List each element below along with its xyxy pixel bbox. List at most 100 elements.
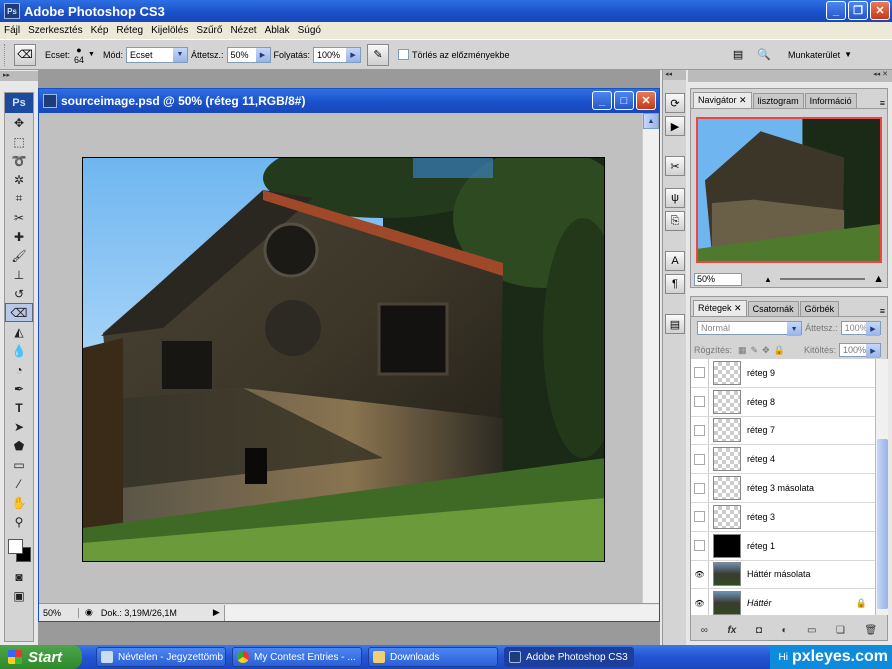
magic-wand-tool-icon[interactable]: ✲	[5, 170, 33, 189]
layer-style-icon[interactable]: fx	[727, 625, 736, 636]
tab-navigator[interactable]: Navigátor ✕	[693, 92, 752, 108]
document-vertical-scrollbar[interactable]: ▲	[642, 113, 659, 603]
marquee-tool-icon[interactable]: ⬚	[5, 132, 33, 151]
layer-opacity-input[interactable]: 100% ▶	[840, 321, 881, 336]
path-selection-tool-icon[interactable]: ➤	[5, 417, 33, 436]
right-panels-grip[interactable]: ◂◂ ✕	[688, 70, 892, 82]
healing-brush-tool-icon[interactable]: ✚	[5, 227, 33, 246]
layers-scroll-thumb[interactable]	[877, 439, 888, 609]
character-panel-icon[interactable]: A	[665, 251, 685, 271]
tools-grip[interactable]: ▸▸	[0, 71, 38, 81]
eraser-preset-icon[interactable]: ⌫	[14, 43, 36, 66]
layer-row[interactable]: réteg 3	[691, 502, 875, 532]
canvas-image[interactable]	[82, 157, 605, 562]
menu-edit[interactable]: Szerkesztés	[28, 25, 82, 36]
menu-view[interactable]: Nézet	[230, 25, 256, 36]
brush-picker[interactable]: ● 64	[74, 45, 84, 65]
type-tool-icon[interactable]: T	[5, 398, 33, 417]
move-tool-icon[interactable]: ✥	[5, 113, 33, 132]
menu-select[interactable]: Kijelölés	[151, 25, 188, 36]
lasso-tool-icon[interactable]: ➰	[5, 151, 33, 170]
panel-menu-icon[interactable]: ≡	[880, 98, 885, 108]
eye-icon[interactable]: 👁	[691, 589, 709, 615]
lock-transparency-icon[interactable]: ▦	[738, 345, 747, 356]
navigator-zoom-slider[interactable]	[779, 278, 866, 280]
eyedropper-tool-icon[interactable]: ⁄	[5, 474, 33, 493]
tab-channels[interactable]: Csatornák	[747, 301, 799, 316]
layer-row[interactable]: réteg 8	[691, 387, 875, 417]
layer-mask-icon[interactable]: ◘	[756, 625, 762, 636]
status-menu-arrow-icon[interactable]: ▶	[213, 607, 220, 618]
quick-mask-icon[interactable]: ◙	[5, 567, 33, 586]
tool-presets-icon[interactable]: ✂	[665, 156, 685, 176]
dodge-tool-icon[interactable]: ◔	[5, 360, 33, 379]
eraser-tool-icon[interactable]: ⌫	[5, 303, 33, 322]
close-button[interactable]: ✕	[870, 1, 890, 20]
visibility-toggle[interactable]	[691, 474, 709, 502]
zoom-out-icon[interactable]: ▲	[764, 275, 772, 284]
history-panel-icon[interactable]: ⟳	[665, 93, 685, 113]
new-layer-icon[interactable]: ❏	[836, 625, 845, 636]
shape-tool-icon[interactable]: ⬟	[5, 436, 33, 455]
document-horizontal-scrollbar[interactable]	[223, 604, 659, 621]
opacity-input[interactable]: 50% ▶	[226, 46, 271, 63]
tab-layers[interactable]: Rétegek ✕	[693, 300, 747, 316]
layer-row[interactable]: réteg 3 másolata	[691, 474, 875, 503]
layer-row[interactable]: 👁 Háttér 🔒	[691, 589, 875, 615]
document-close-button[interactable]: ✕	[636, 91, 656, 110]
strip-grip[interactable]: ◂◂	[663, 70, 686, 80]
layer-row[interactable]: réteg 1	[691, 531, 875, 561]
bridge-icon[interactable]: 🔍	[753, 46, 775, 64]
crop-tool-icon[interactable]: ⌗	[5, 189, 33, 208]
paragraph-panel-icon[interactable]: ¶	[665, 274, 685, 294]
tab-histogram[interactable]: lisztogram	[752, 93, 804, 108]
layer-row[interactable]: 👁 Háttér másolata	[691, 560, 875, 590]
brush-tool-icon[interactable]: 🖌	[5, 246, 33, 265]
workspace-dropdown-icon[interactable]: ▼	[844, 50, 852, 59]
layers-scrollbar[interactable]	[875, 359, 888, 615]
taskbar-item-photoshop[interactable]: Adobe Photoshop CS3	[504, 647, 634, 667]
status-info-icon[interactable]: ◉	[85, 607, 93, 618]
screen-mode-icon[interactable]: ▣	[5, 586, 33, 605]
document-maximize-button[interactable]: □	[614, 91, 634, 110]
menu-window[interactable]: Ablak	[265, 25, 290, 36]
zoom-in-icon[interactable]: ▲	[873, 273, 884, 285]
layer-row[interactable]: réteg 7	[691, 416, 875, 446]
document-title-bar[interactable]: sourceimage.psd @ 50% (réteg 11,RGB/8#) …	[39, 89, 659, 113]
layer-comps-icon[interactable]: ▤	[665, 314, 685, 334]
panel-menu-icon[interactable]: ≡	[880, 306, 885, 316]
hand-tool-icon[interactable]: ✋	[5, 493, 33, 512]
notes-tool-icon[interactable]: ▭	[5, 455, 33, 474]
history-brush-tool-icon[interactable]: ↺	[5, 284, 33, 303]
document-minimize-button[interactable]: _	[592, 91, 612, 110]
zoom-tool-icon[interactable]: ⚲	[5, 512, 33, 531]
menu-filter[interactable]: Szűrő	[196, 25, 222, 36]
tab-info[interactable]: Információ	[804, 93, 857, 108]
workspace-label[interactable]: Munkaterület	[788, 50, 840, 60]
lock-position-icon[interactable]: ✥	[762, 345, 770, 356]
taskbar-item-chrome[interactable]: My Contest Entries - ...	[232, 647, 362, 667]
start-button[interactable]: Start	[0, 645, 82, 669]
lock-all-icon[interactable]: 🔒	[774, 345, 785, 356]
brushes-panel-icon[interactable]: ψ	[665, 188, 685, 208]
menu-layer[interactable]: Réteg	[116, 25, 143, 36]
menu-file[interactable]: Fájl	[4, 25, 20, 36]
visibility-toggle[interactable]	[691, 531, 709, 560]
brush-dropdown-icon[interactable]: ▼	[88, 51, 95, 58]
taskbar-item-notepad[interactable]: Névtelen - Jegyzettömb	[96, 647, 226, 667]
visibility-toggle[interactable]	[691, 359, 709, 387]
trash-icon[interactable]: 🗑	[865, 625, 878, 636]
navigator-thumbnail[interactable]	[696, 117, 882, 263]
actions-panel-icon[interactable]: ▶	[665, 116, 685, 136]
foreground-color[interactable]	[8, 539, 23, 554]
mode-select[interactable]: Ecset ▼	[125, 46, 188, 63]
pen-tool-icon[interactable]: ✒	[5, 379, 33, 398]
slice-tool-icon[interactable]: ✂	[5, 208, 33, 227]
visibility-toggle[interactable]	[691, 416, 709, 445]
minimize-button[interactable]: _	[826, 1, 846, 20]
taskbar-item-downloads[interactable]: Downloads	[368, 647, 498, 667]
adjustment-layer-icon[interactable]: ◐	[781, 625, 787, 636]
palette-well-icon[interactable]: ▤	[729, 46, 747, 64]
eye-icon[interactable]: 👁	[691, 560, 709, 589]
lock-pixels-icon[interactable]: ✎	[751, 345, 759, 356]
